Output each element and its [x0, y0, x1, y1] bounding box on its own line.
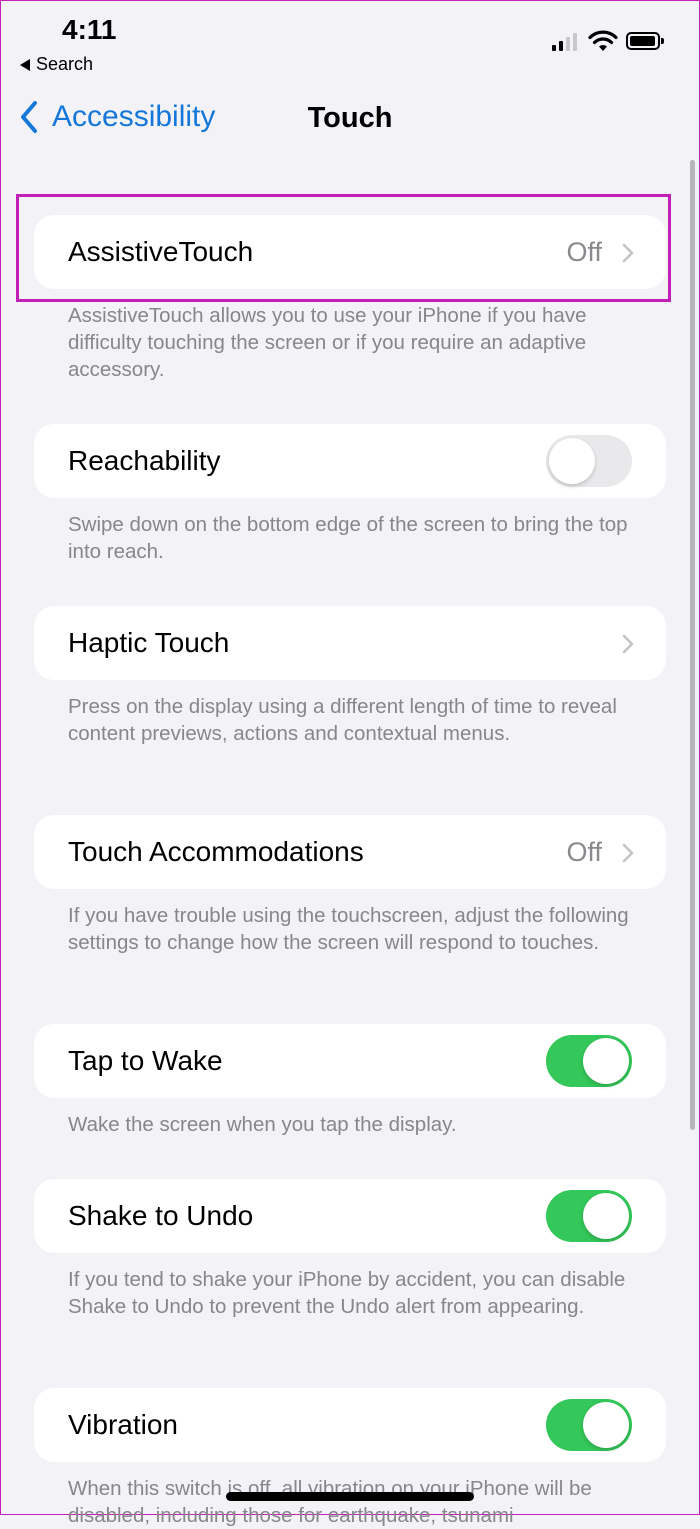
row-label: Shake to Undo — [68, 1200, 254, 1231]
row-footer: Swipe down on the bottom edge of the scr… — [68, 513, 628, 563]
row-footer: When this switch is off, all vibration o… — [68, 1477, 592, 1527]
toggle-knob — [583, 1038, 629, 1084]
shake-to-undo-toggle[interactable] — [546, 1190, 632, 1242]
row-label: Touch Accommodations — [68, 836, 364, 867]
wifi-icon — [588, 30, 618, 51]
toggle-knob — [583, 1193, 629, 1239]
row-vibration[interactable]: Vibration — [34, 1388, 666, 1462]
row-touch-accommodations[interactable]: Touch Accommodations Off — [34, 815, 666, 889]
row-footer: Wake the screen when you tap the display… — [68, 1113, 457, 1136]
row-footer: AssistiveTouch allows you to use your iP… — [68, 304, 587, 381]
scrollbar[interactable] — [690, 160, 695, 1130]
back-triangle-icon — [20, 58, 30, 71]
row-haptic-touch[interactable]: Haptic Touch — [34, 606, 666, 680]
row-label: Vibration — [68, 1409, 179, 1440]
row-value: Off — [566, 837, 602, 867]
battery-icon — [626, 32, 664, 50]
status-time: 4:11 — [62, 14, 117, 45]
cellular-signal-icon — [552, 33, 577, 51]
row-assistivetouch[interactable]: AssistiveTouch Off — [34, 215, 666, 289]
chevron-right-icon — [622, 243, 634, 263]
row-footer: If you have trouble using the touchscree… — [68, 904, 629, 954]
row-tap-to-wake[interactable]: Tap to Wake — [34, 1024, 666, 1098]
page-title: Touch — [307, 102, 393, 134]
chevron-right-icon — [622, 843, 634, 863]
row-shake-to-undo[interactable]: Shake to Undo — [34, 1179, 666, 1253]
row-value: Off — [566, 237, 602, 267]
reachability-toggle[interactable] — [546, 435, 632, 487]
row-footer: If you tend to shake your iPhone by acci… — [68, 1268, 626, 1318]
row-label: Tap to Wake — [68, 1045, 223, 1076]
toggle-knob — [583, 1402, 629, 1448]
toggle-knob — [549, 438, 595, 484]
row-label: Reachability — [68, 445, 221, 476]
back-to-app-link[interactable]: Search — [20, 54, 93, 75]
row-label: AssistiveTouch — [68, 236, 254, 267]
home-indicator[interactable] — [226, 1492, 474, 1501]
row-footer: Press on the display using a different l… — [68, 695, 617, 745]
vibration-toggle[interactable] — [546, 1399, 632, 1451]
tap-to-wake-toggle[interactable] — [546, 1035, 632, 1087]
back-app-label: Search — [36, 54, 94, 74]
chevron-right-icon — [622, 634, 634, 654]
row-reachability[interactable]: Reachability — [34, 424, 666, 498]
row-label: Haptic Touch — [68, 627, 230, 658]
